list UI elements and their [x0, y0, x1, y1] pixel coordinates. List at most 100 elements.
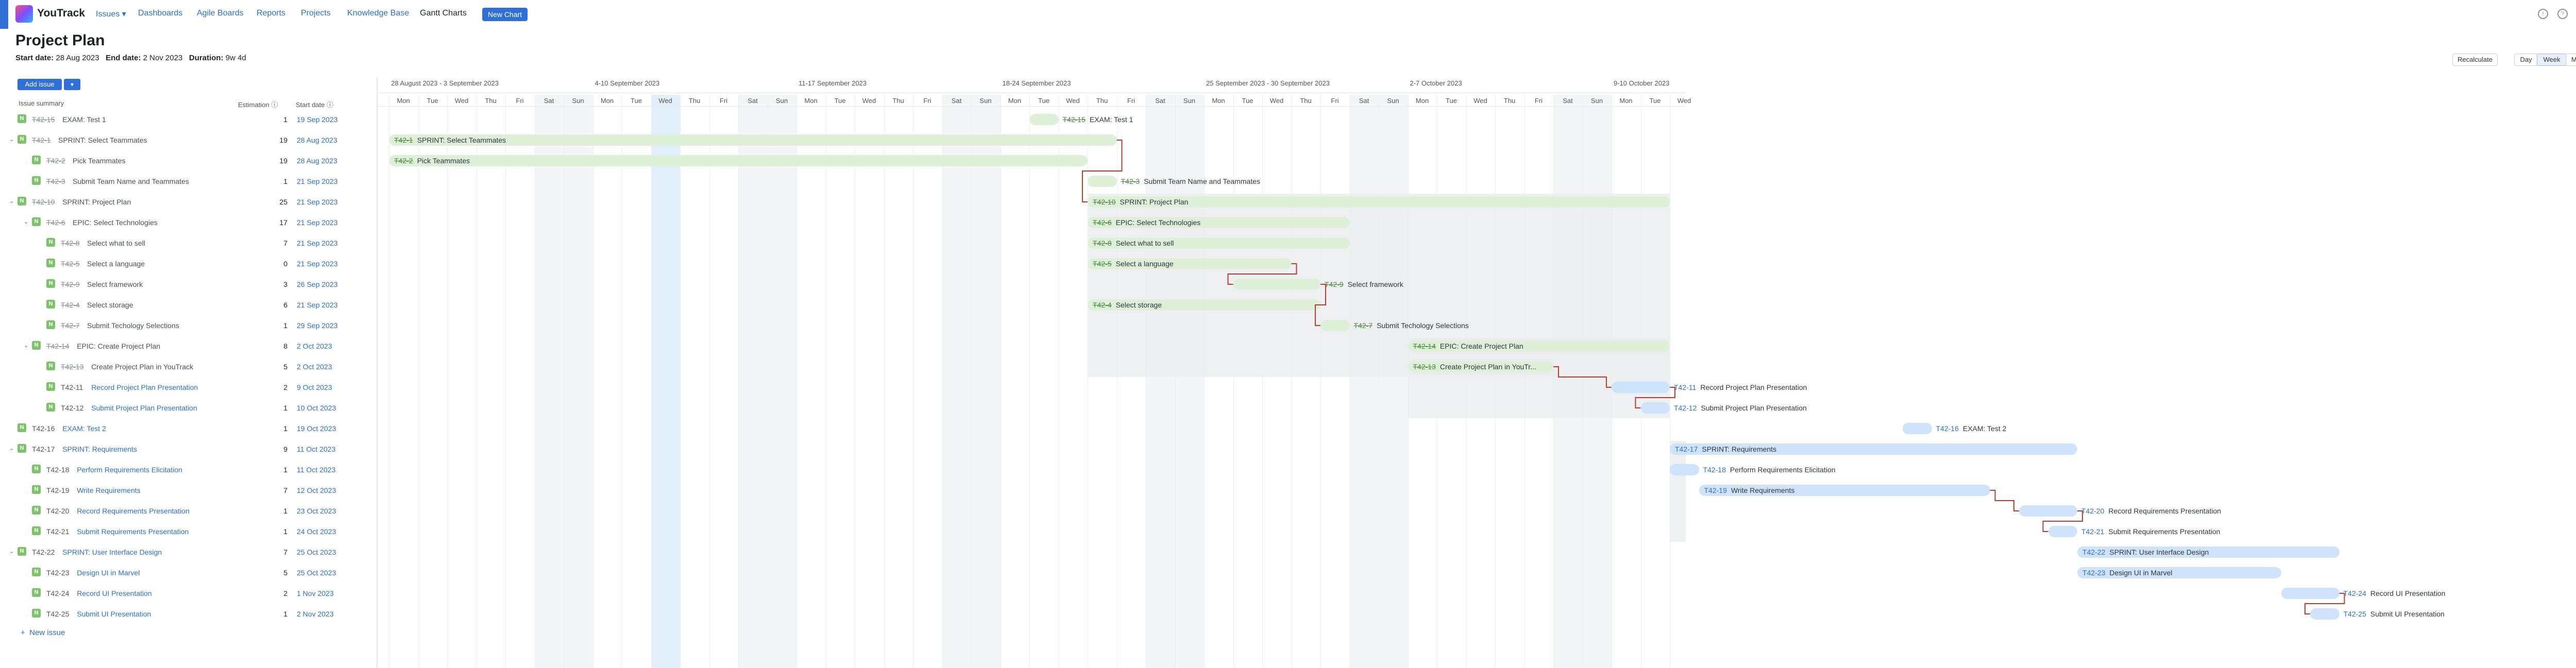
collapse-chevron-icon[interactable]: ⌄ [24, 342, 28, 349]
issue-key[interactable]: T42-14 [46, 342, 69, 350]
issue-estimation[interactable]: 1 [277, 115, 287, 124]
nav-projects[interactable]: Projects [301, 9, 331, 18]
issue-key[interactable]: T42-25 [46, 610, 69, 618]
issue-summary[interactable]: Write Requirements [77, 486, 140, 494]
add-issue-menu-chevron-icon[interactable]: ▾ [64, 79, 80, 90]
issue-start-date[interactable]: 2 Nov 2023 [297, 610, 334, 618]
add-issue-button[interactable]: Add issue [18, 79, 62, 90]
issue-estimation[interactable]: 1 [277, 527, 287, 536]
issue-key[interactable]: T42-21 [46, 527, 69, 536]
issue-start-date[interactable]: 19 Oct 2023 [297, 424, 336, 433]
issue-estimation[interactable]: 7 [277, 239, 287, 247]
issue-estimation[interactable]: 1 [277, 610, 287, 618]
app-name[interactable]: YouTrack [37, 7, 85, 20]
collapse-chevron-icon[interactable]: ⌄ [9, 136, 14, 143]
nav-dashboards[interactable]: Dashboards [138, 9, 182, 18]
nav-reports[interactable]: Reports [257, 9, 285, 18]
table-row[interactable]: ⌄ N T42-14 EPIC: Create Project Plan 8 2 Oct … [0, 336, 376, 356]
issue-summary[interactable]: Design UI in Marvel [77, 569, 140, 577]
issue-start-date[interactable]: 11 Oct 2023 [297, 466, 335, 474]
nav-agile-boards[interactable]: Agile Boards [197, 9, 244, 18]
issue-estimation[interactable]: 5 [277, 363, 287, 371]
notifications-icon[interactable]: ! [2538, 9, 2548, 19]
issue-key[interactable]: T42-19 [46, 486, 69, 494]
chevron-down-icon[interactable]: ⌄ [94, 36, 100, 46]
table-row[interactable]: N T42-5 Select a language 0 21 Sep 2023 [0, 253, 376, 274]
nav-issues[interactable]: Issues ▾ [96, 9, 126, 19]
issue-summary[interactable]: Record UI Presentation [77, 589, 152, 597]
issue-summary[interactable]: Pick Teammates [73, 157, 125, 165]
issue-start-date[interactable]: 10 Oct 2023 [297, 404, 336, 412]
issue-estimation[interactable]: 3 [277, 280, 287, 288]
issue-start-date[interactable]: 2 Oct 2023 [297, 363, 332, 371]
issue-key[interactable]: T42-17 [32, 445, 55, 453]
recalculate-button[interactable]: Recalculate [2452, 54, 2498, 66]
issue-start-date[interactable]: 21 Sep 2023 [297, 198, 337, 206]
issue-start-date[interactable]: 19 Sep 2023 [297, 115, 337, 124]
issue-start-date[interactable]: 9 Oct 2023 [297, 383, 332, 391]
scale-week-button[interactable]: Week [2537, 54, 2567, 66]
issue-key[interactable]: T42-4 [61, 301, 80, 309]
issue-start-date[interactable]: 24 Oct 2023 [297, 527, 336, 536]
issue-start-date[interactable]: 23 Oct 2023 [297, 507, 336, 515]
sidebar-collapse-strip[interactable] [0, 0, 8, 29]
issue-summary[interactable]: Submit Project Plan Presentation [91, 404, 197, 412]
issue-estimation[interactable]: 2 [277, 589, 287, 597]
column-header-summary[interactable]: Issue summary [19, 99, 64, 107]
table-row[interactable]: N T42-8 Select what to sell 7 21 Sep 2023 [0, 233, 376, 253]
issue-estimation[interactable]: 9 [277, 445, 287, 453]
issue-start-date[interactable]: 28 Aug 2023 [297, 157, 337, 165]
help-icon[interactable]: ? [2557, 9, 2568, 19]
issue-start-date[interactable]: 21 Sep 2023 [297, 260, 337, 268]
issue-estimation[interactable]: 1 [277, 507, 287, 515]
table-row[interactable]: ⌄ N T42-22 SPRINT: User Interface Design 7 25… [0, 542, 376, 562]
issue-key[interactable]: T42-3 [46, 177, 65, 185]
column-header-estimation[interactable]: Estimation ⓘ [238, 99, 278, 109]
gantt-timeline[interactable]: 28 August 2023 - 3 September 2023 4-10 Se… [378, 77, 2576, 668]
issue-summary[interactable]: SPRINT: User Interface Design [62, 548, 162, 556]
issue-estimation[interactable]: 5 [277, 569, 287, 577]
issue-summary[interactable]: Select what to sell [87, 239, 145, 247]
issue-key[interactable]: T42-11 [61, 383, 83, 391]
issue-key[interactable]: T42-10 [32, 198, 55, 206]
issue-start-date[interactable]: 12 Oct 2023 [297, 486, 336, 494]
issue-start-date[interactable]: 25 Oct 2023 [297, 548, 336, 556]
table-row[interactable]: N T42-9 Select framework 3 26 Sep 2023 [0, 274, 376, 295]
issue-key[interactable]: T42-9 [61, 280, 80, 288]
issue-estimation[interactable]: 19 [277, 157, 287, 165]
issue-summary[interactable]: Create Project Plan in YouTrack [91, 363, 193, 371]
issue-summary[interactable]: Submit UI Presentation [77, 610, 151, 618]
issue-key[interactable]: T42-8 [61, 239, 80, 247]
issue-key[interactable]: T42-23 [46, 569, 69, 577]
issue-estimation[interactable]: 1 [277, 404, 287, 412]
table-row[interactable]: N T42-4 Select storage 6 21 Sep 2023 [0, 295, 376, 315]
issue-estimation[interactable]: 7 [277, 486, 287, 494]
issue-summary[interactable]: Submit Techology Selections [87, 321, 179, 330]
issue-start-date[interactable]: 2 Oct 2023 [297, 342, 332, 350]
issue-start-date[interactable]: 21 Sep 2023 [297, 239, 337, 247]
table-row[interactable]: ⌄ N T42-17 SPRINT: Requirements 9 11 Oct 2023 [0, 439, 376, 459]
issue-estimation[interactable]: 17 [277, 218, 287, 227]
collapse-chevron-icon[interactable]: ⌄ [24, 218, 28, 225]
issue-key[interactable]: T42-1 [32, 136, 51, 144]
issue-estimation[interactable]: 1 [277, 177, 287, 185]
issue-key[interactable]: T42-13 [61, 363, 83, 371]
issue-estimation[interactable]: 19 [277, 136, 287, 144]
collapse-chevron-icon[interactable]: ⌄ [9, 445, 14, 452]
table-row[interactable]: N T42-2 Pick Teammates 19 28 Aug 2023 [0, 150, 376, 171]
issue-summary[interactable]: Perform Requirements Elicitation [77, 466, 182, 474]
table-row[interactable]: N T42-25 Submit UI Presentation 1 2 Nov 2023 [0, 604, 376, 624]
collapse-chevron-icon[interactable]: ⌄ [9, 198, 14, 204]
table-row[interactable]: N T42-20 Record Requirements Presentation 1… [0, 501, 376, 521]
issue-estimation[interactable]: 0 [277, 260, 287, 268]
table-row[interactable]: ⌄ N T42-6 EPIC: Select Technologies 17 21 Sep… [0, 212, 376, 233]
issue-key[interactable]: T42-2 [46, 157, 65, 165]
table-row[interactable]: N T42-23 Design UI in Marvel 5 25 Oct 2023 [0, 562, 376, 583]
new-issue-link[interactable]: + New issue [21, 628, 65, 637]
table-row[interactable]: N T42-24 Record UI Presentation 2 1 Nov 2023 [0, 583, 376, 604]
issue-estimation[interactable]: 1 [277, 424, 287, 433]
issue-summary[interactable]: SPRINT: Project Plan [62, 198, 131, 206]
issue-start-date[interactable]: 25 Oct 2023 [297, 569, 336, 577]
issue-summary[interactable]: EPIC: Select Technologies [73, 218, 158, 227]
issue-estimation[interactable]: 8 [277, 342, 287, 350]
